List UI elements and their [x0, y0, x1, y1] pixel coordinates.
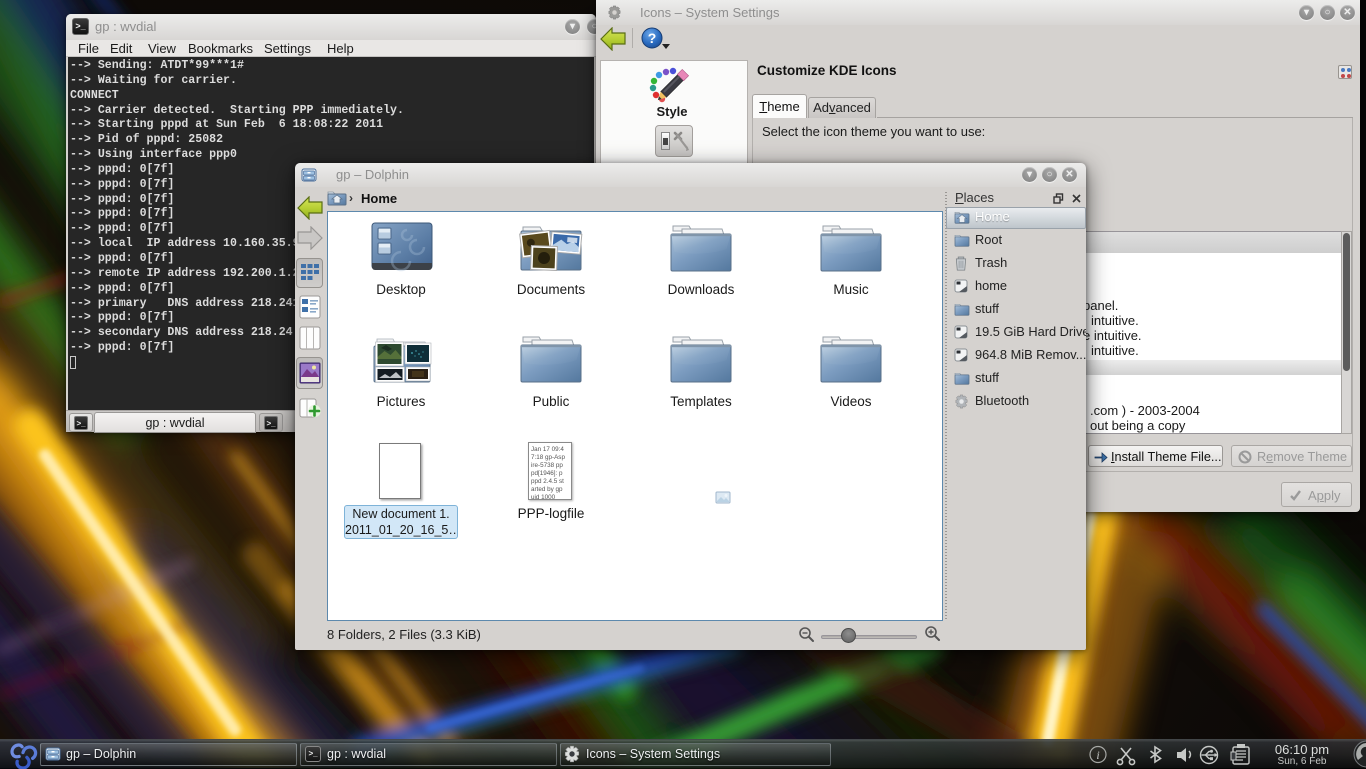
svg-text:?: ?: [648, 30, 657, 46]
svg-text:i: i: [1096, 748, 1099, 762]
